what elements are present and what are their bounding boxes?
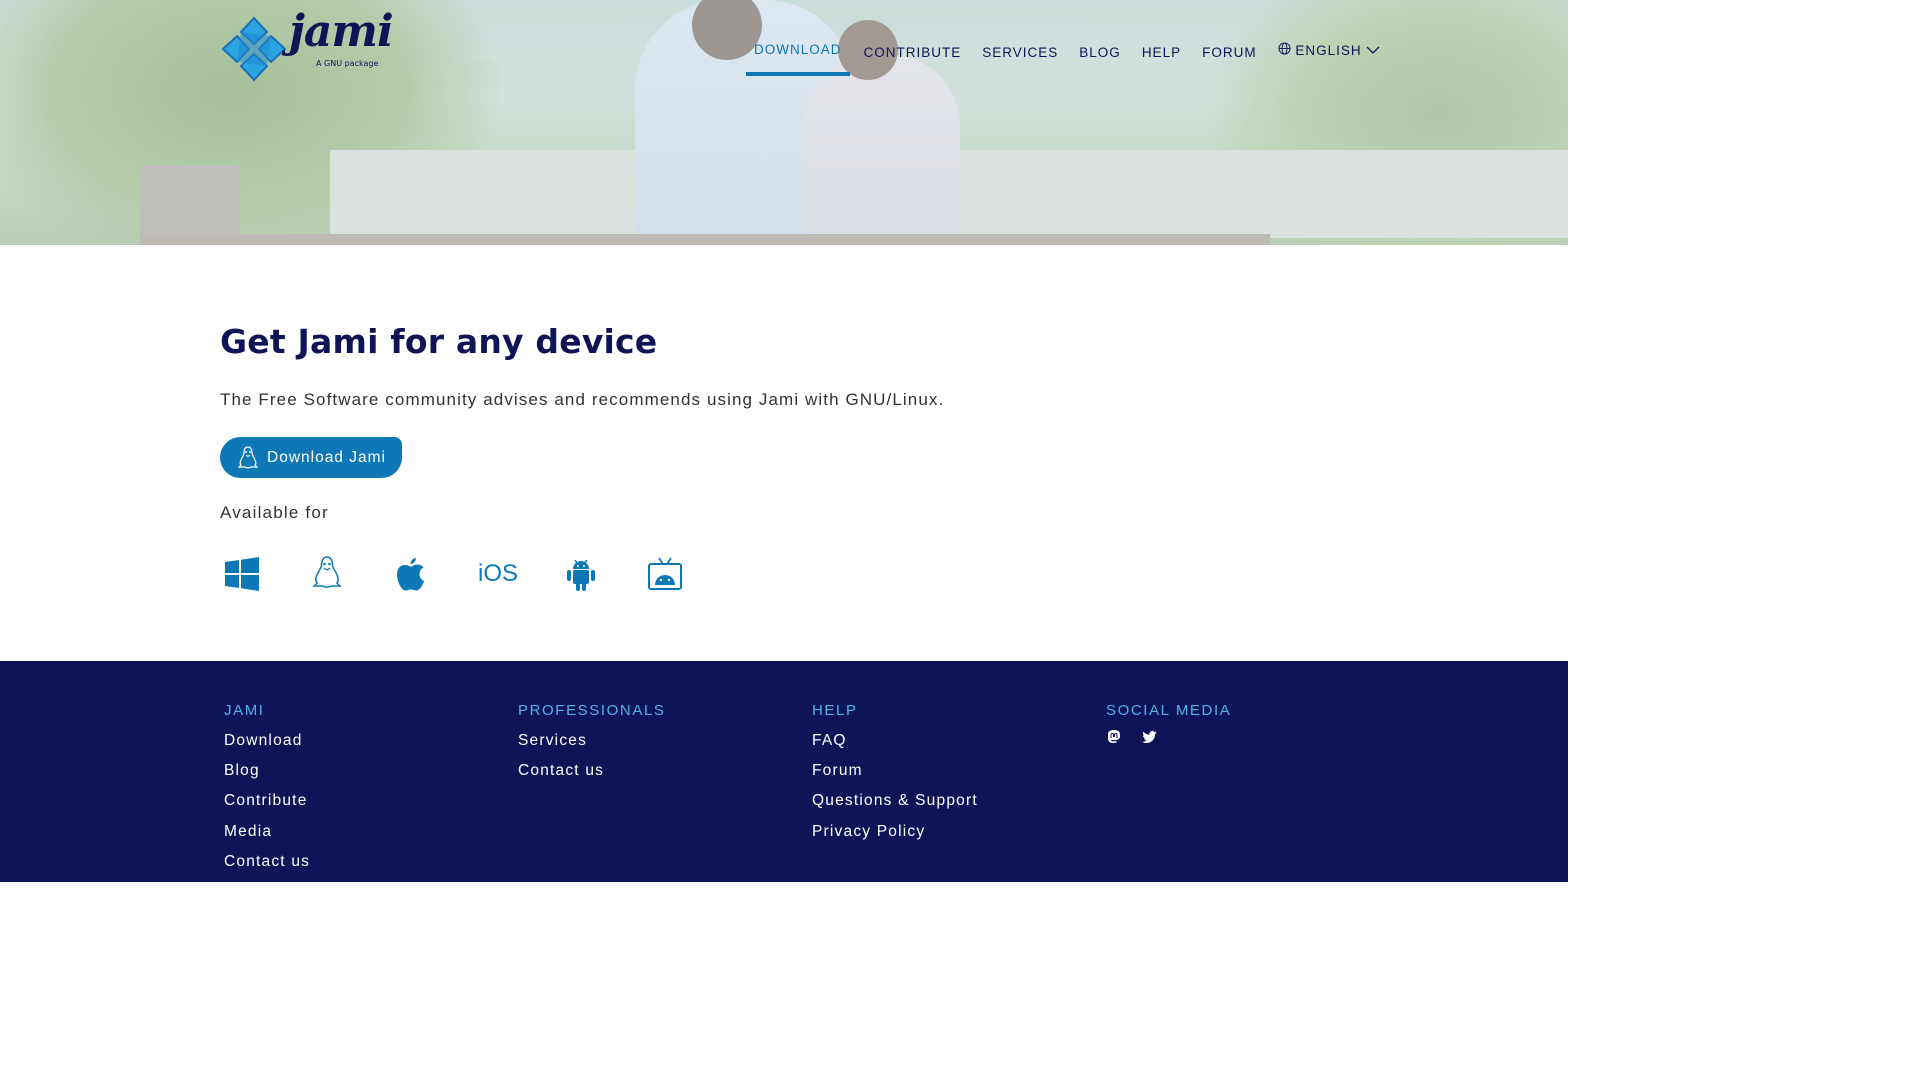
download-button-label: Download Jami bbox=[267, 448, 386, 466]
nav-blog[interactable]: BLOG bbox=[1079, 40, 1121, 60]
footer-heading-jami: JAMI bbox=[224, 702, 265, 719]
footer: JAMI Download Blog Contribute Media Cont… bbox=[0, 661, 1568, 882]
globe-icon bbox=[1278, 42, 1291, 55]
footer-link-forum[interactable]: Forum bbox=[812, 756, 978, 786]
footer-col-jami: JAMI Download Blog Contribute Media Cont… bbox=[224, 702, 310, 877]
platform-android-tv[interactable] bbox=[648, 556, 682, 592]
twitter-icon[interactable] bbox=[1142, 729, 1158, 745]
footer-col-help: HELP FAQ Forum Questions & Support Priva… bbox=[812, 702, 978, 847]
download-jami-button[interactable]: Download Jami bbox=[220, 437, 402, 478]
footer-link-download[interactable]: Download bbox=[224, 726, 310, 756]
android-tv-icon bbox=[648, 557, 682, 590]
platform-macos[interactable] bbox=[396, 556, 426, 592]
nav-download[interactable]: DOWNLOAD bbox=[746, 40, 850, 76]
footer-heading-social: SOCIAL MEDIA bbox=[1106, 702, 1232, 719]
footer-col-professionals: PROFESSIONALS Services Contact us bbox=[518, 702, 666, 786]
mastodon-icon[interactable] bbox=[1106, 729, 1122, 745]
footer-link-support[interactable]: Questions & Support bbox=[812, 786, 978, 816]
jami-knot-icon bbox=[221, 16, 287, 82]
brand-name: jami bbox=[289, 6, 394, 57]
footer-heading-help: HELP bbox=[812, 702, 858, 719]
platform-android[interactable] bbox=[565, 556, 597, 592]
language-selector[interactable]: ENGLISH bbox=[1278, 40, 1381, 58]
windows-icon bbox=[225, 557, 259, 591]
footer-link-media[interactable]: Media bbox=[224, 817, 310, 847]
footer-link-pro-contact[interactable]: Contact us bbox=[518, 756, 666, 786]
lead-text: The Free Software community advises and … bbox=[220, 390, 945, 409]
platform-ios[interactable]: iOS bbox=[478, 556, 518, 592]
apple-icon bbox=[397, 558, 424, 591]
available-for-label: Available for bbox=[220, 503, 329, 522]
nav-services[interactable]: SERVICES bbox=[982, 40, 1058, 60]
ios-label: iOS bbox=[478, 560, 519, 587]
android-icon bbox=[567, 559, 595, 591]
footer-link-privacy[interactable]: Privacy Policy bbox=[812, 817, 978, 847]
footer-link-faq[interactable]: FAQ bbox=[812, 726, 978, 756]
footer-link-contact[interactable]: Contact us bbox=[224, 847, 310, 877]
footer-heading-professionals: PROFESSIONALS bbox=[518, 702, 666, 719]
nav-contribute[interactable]: CONTRIBUTE bbox=[864, 40, 962, 60]
main-nav: DOWNLOAD CONTRIBUTE SERVICES BLOG HELP F… bbox=[746, 40, 1381, 76]
language-label: ENGLISH bbox=[1295, 43, 1362, 58]
brand-tagline: A GNU package bbox=[316, 59, 379, 68]
platform-linux[interactable] bbox=[312, 556, 342, 592]
linux-icon bbox=[312, 556, 342, 588]
footer-link-contribute[interactable]: Contribute bbox=[224, 786, 310, 816]
page-title: Get Jami for any device bbox=[220, 322, 658, 361]
footer-link-services[interactable]: Services bbox=[518, 726, 666, 756]
footer-col-social: SOCIAL MEDIA bbox=[1106, 702, 1231, 745]
platform-windows[interactable] bbox=[225, 556, 259, 592]
linux-icon bbox=[237, 445, 259, 468]
nav-forum[interactable]: FORUM bbox=[1202, 40, 1257, 60]
chevron-down-icon bbox=[1366, 46, 1380, 54]
footer-link-blog[interactable]: Blog bbox=[224, 756, 310, 786]
jami-logo[interactable]: jami A GNU package bbox=[219, 6, 394, 86]
nav-help[interactable]: HELP bbox=[1142, 40, 1181, 60]
